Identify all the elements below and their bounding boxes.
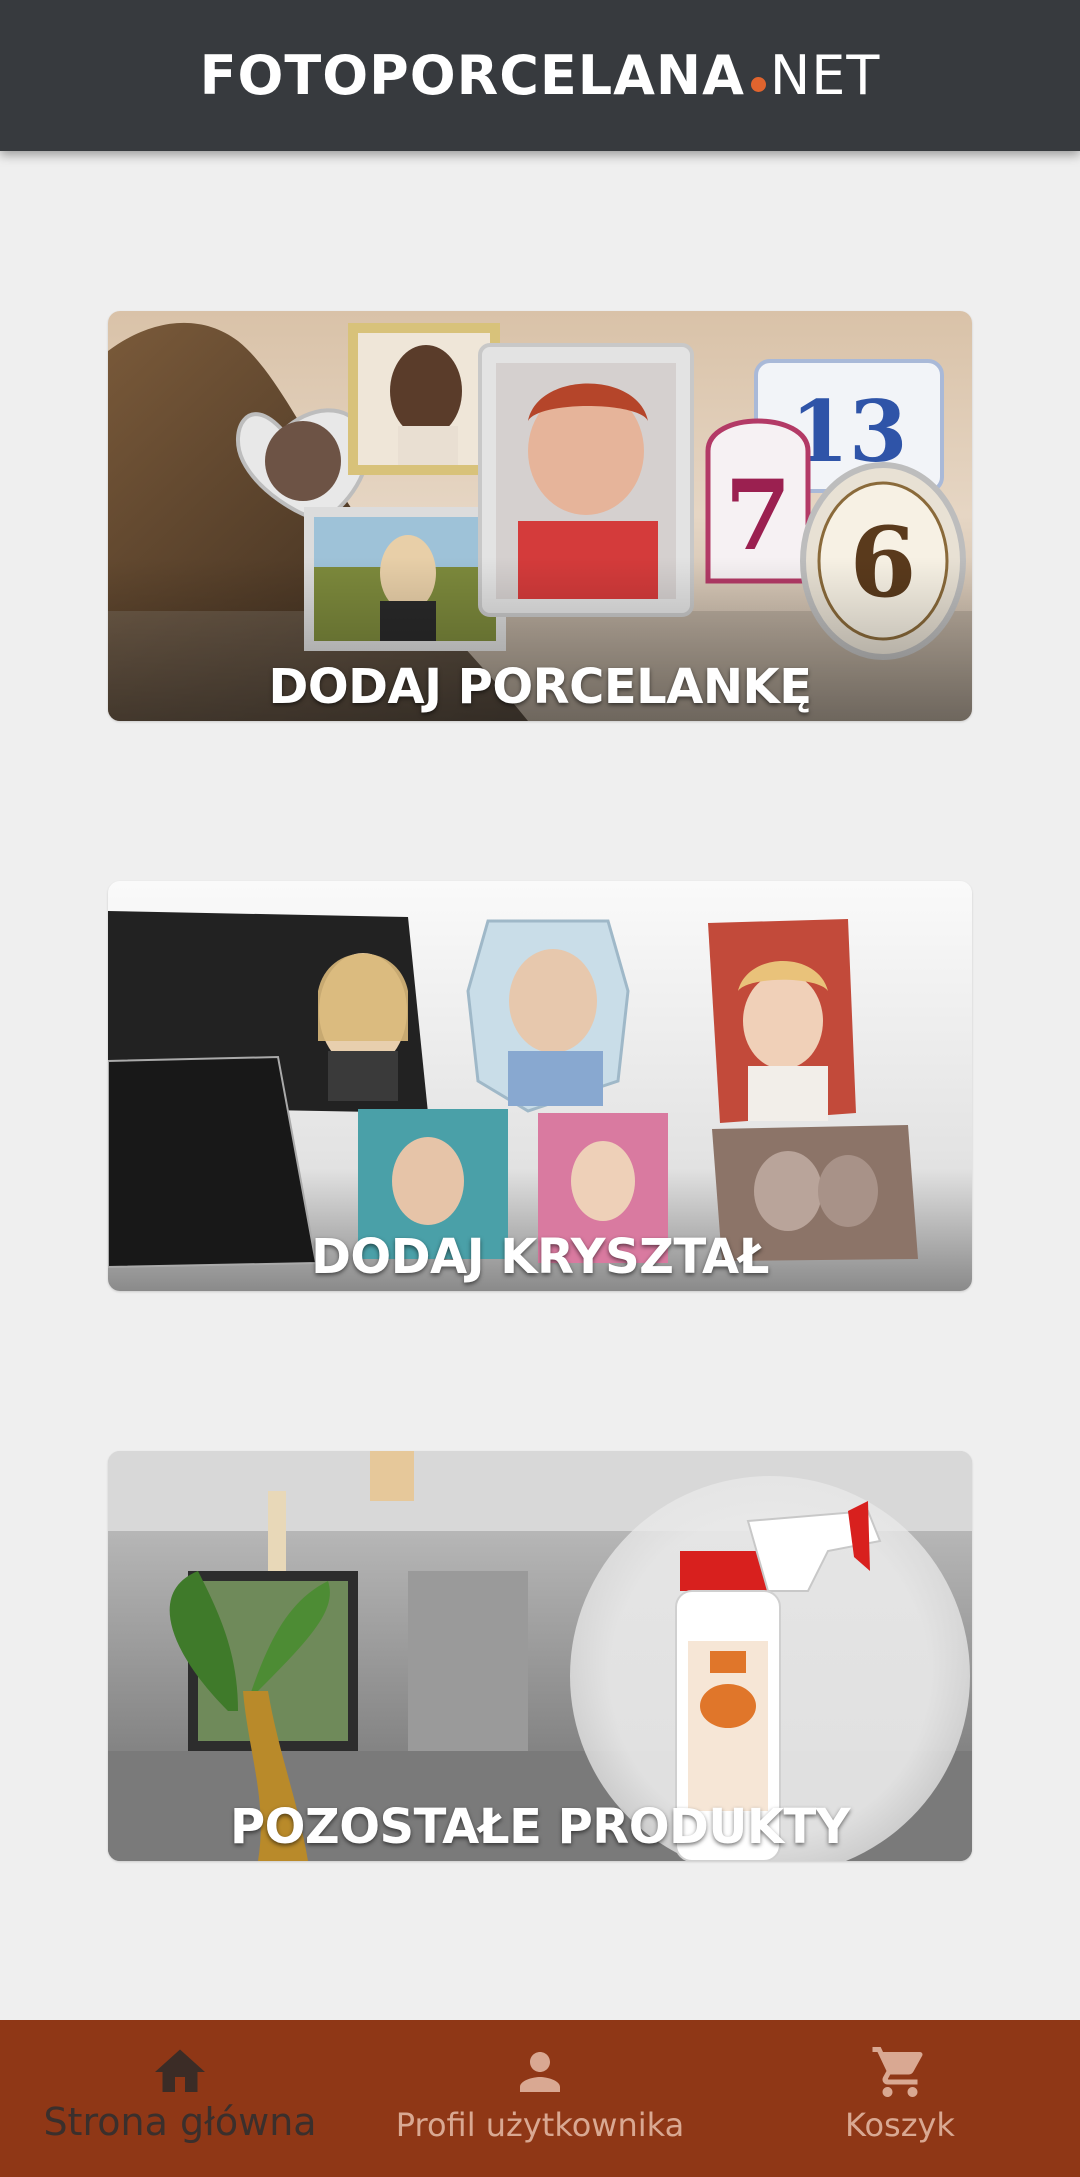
nav-item-profile[interactable]: Profil użytkownika <box>360 2020 720 2177</box>
nav-label: Strona główna <box>43 2100 317 2144</box>
card-label: DODAJ PORCELANKĘ <box>268 659 812 715</box>
nav-label: Profil użytkownika <box>395 2106 685 2144</box>
add-porcelain-card[interactable]: 13 7 6 DODAJ PORCELANKĘ <box>108 311 972 721</box>
app-header: FOTOPORCELANA NET <box>0 0 1080 151</box>
cart-icon <box>872 2047 923 2097</box>
add-crystal-card[interactable]: DODAJ KRYSZTAŁ <box>108 881 972 1291</box>
logo-dot <box>750 77 766 92</box>
nav-label: Koszyk <box>845 2106 955 2144</box>
card-label: POZOSTAŁE PRODUKTY <box>229 1799 851 1855</box>
other-products-card[interactable]: POZOSTAŁE PRODUKTY <box>108 1451 972 1861</box>
bottom-navigation: Strona główna Profil użytkownika Koszyk <box>0 2020 1080 2177</box>
card-label: DODAJ KRYSZTAŁ <box>311 1229 769 1285</box>
nav-item-home[interactable]: Strona główna <box>0 2020 360 2177</box>
person-icon <box>520 2052 560 2092</box>
logo-suffix: NET <box>769 44 881 107</box>
logo-text: FOTOPORCELANA <box>199 44 745 107</box>
brand-logo[interactable]: FOTOPORCELANA NET <box>200 44 881 107</box>
home-icon <box>155 2049 205 2092</box>
nav-item-cart[interactable]: Koszyk <box>720 2020 1080 2177</box>
